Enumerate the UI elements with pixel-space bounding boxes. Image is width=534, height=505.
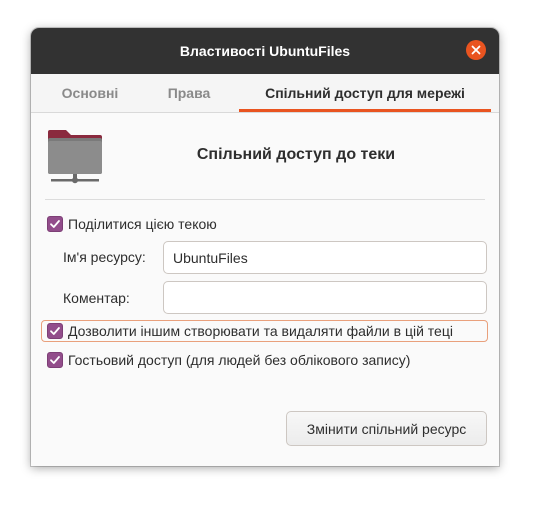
- window-title: Властивості UbuntuFiles: [179, 43, 351, 59]
- tab-network-share[interactable]: Спільний доступ для мережі: [239, 74, 491, 112]
- close-button[interactable]: [466, 40, 486, 60]
- tab-permissions[interactable]: Права: [147, 74, 231, 112]
- check-icon: [50, 356, 60, 364]
- checkbox-box[interactable]: [47, 352, 63, 368]
- checkbox-box[interactable]: [47, 216, 63, 232]
- shared-folder-icon: [46, 128, 104, 186]
- modify-share-button[interactable]: Змінити спільний ресурс: [286, 411, 487, 446]
- title-bar[interactable]: Властивості UbuntuFiles: [31, 28, 499, 74]
- check-icon: [50, 220, 60, 228]
- tab-bar: Основні Права Спільний доступ для мережі: [31, 74, 499, 113]
- tab-basic[interactable]: Основні: [33, 74, 147, 112]
- share-heading: Спільний доступ до теки: [196, 146, 396, 163]
- share-name-input[interactable]: [163, 241, 487, 274]
- allow-write-label: Дозволити іншим створювати та видаляти ф…: [68, 323, 453, 339]
- comment-input[interactable]: [163, 281, 487, 314]
- checkbox-box[interactable]: [47, 323, 63, 339]
- divider: [45, 199, 485, 200]
- properties-dialog: Властивості UbuntuFiles Основні Права Сп…: [31, 28, 499, 466]
- check-icon: [50, 327, 60, 335]
- guest-access-label: Гостьовий доступ (для людей без обліково…: [68, 352, 411, 368]
- share-folder-label: Поділитися цією текою: [68, 216, 217, 232]
- comment-label: Коментар:: [63, 290, 130, 306]
- close-icon: [471, 45, 481, 55]
- share-name-label: Ім'я ресурсу:: [63, 249, 146, 265]
